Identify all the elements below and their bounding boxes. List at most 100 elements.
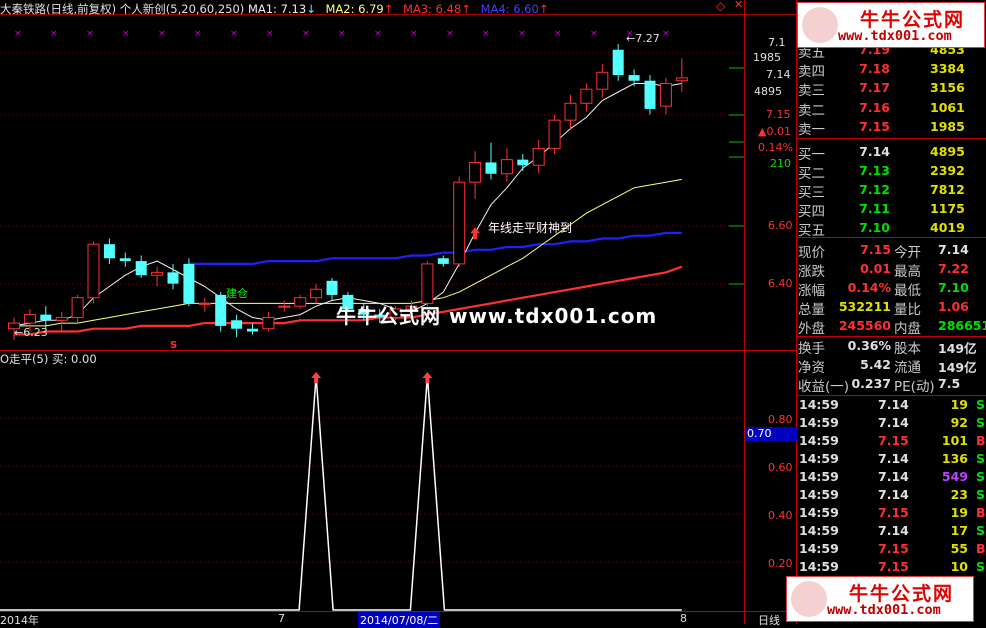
candle-body xyxy=(103,244,115,259)
tick-volume: 101 xyxy=(941,433,968,448)
tick-volume: 17 xyxy=(950,523,968,538)
high-annotation: ←7.27 xyxy=(626,32,660,45)
tick-side: S xyxy=(976,487,986,502)
ma4-arrow: ↑ xyxy=(538,2,549,16)
candle-body xyxy=(612,49,624,76)
tick-time: 14:59 xyxy=(799,487,839,502)
volume-axis-label: 4895 xyxy=(754,85,782,98)
tick-volume: 23 xyxy=(950,487,968,502)
tick-price: 7.14 xyxy=(878,415,909,430)
top-marker: × xyxy=(302,29,310,39)
quote-label: 净资 xyxy=(798,359,825,376)
candle-body xyxy=(437,258,449,264)
quote-label: 今开 xyxy=(894,245,921,261)
candle-body xyxy=(485,162,497,174)
quote-value: 286651 xyxy=(938,318,986,334)
top-marker: × xyxy=(446,29,454,39)
tick-price: 7.14 xyxy=(878,469,909,484)
quote-value: 149亿 xyxy=(938,359,977,375)
tick-side: S xyxy=(976,523,986,538)
quote-label: 最高 xyxy=(894,264,921,281)
top-marker: × xyxy=(194,29,202,39)
tick-time: 14:59 xyxy=(799,505,839,520)
indicator-axis-label: 0.20 xyxy=(768,557,793,570)
bid-label: 买四 xyxy=(798,204,825,220)
stock-title: 大秦铁路(日线,前复权) xyxy=(0,2,117,16)
candle-body xyxy=(310,288,323,299)
tick-row[interactable]: 14:59 7.14 19 S xyxy=(798,397,986,415)
candle-body xyxy=(135,261,147,276)
ask-volume: 1985 xyxy=(930,118,965,134)
tick-time: 14:59 xyxy=(799,541,839,556)
quote-label: 外盘 xyxy=(798,321,825,338)
tick-row[interactable]: 14:59 7.14 549 S xyxy=(798,469,986,487)
quote-value: 0.14% xyxy=(847,280,891,296)
top-marker: × xyxy=(86,29,94,39)
tick-row[interactable]: 14:59 7.15 101 B xyxy=(798,433,986,451)
tick-volume: 92 xyxy=(950,415,968,430)
tick-row[interactable]: 14:59 7.15 19 B xyxy=(798,505,986,523)
candle-body xyxy=(71,297,84,318)
quote-value: 0.36% xyxy=(847,337,891,353)
top-marker: × xyxy=(374,29,382,39)
tick-price: 7.14 xyxy=(878,451,909,466)
tick-volume: 136 xyxy=(941,451,968,466)
candle-body xyxy=(532,147,545,166)
ma4-value: MA4: 6.60 xyxy=(480,2,539,16)
quote-label: 流通 xyxy=(894,359,921,376)
price-axis-label: 6.60 xyxy=(768,219,793,232)
site-logo-bottom[interactable]: 牛牛公式网 www.tdx001.com xyxy=(786,576,974,622)
bid-volume: 4019 xyxy=(930,220,965,235)
quote-label: 总量 xyxy=(798,302,825,319)
tick-row[interactable]: 14:59 7.14 92 S xyxy=(798,415,986,433)
x-axis-selected-date[interactable]: 2014/07/08/二 xyxy=(358,612,441,628)
tick-row[interactable]: 14:59 7.14 17 S xyxy=(798,523,986,541)
tick-price: 7.15 xyxy=(878,433,909,448)
tick-row[interactable]: 14:59 7.14 136 S xyxy=(798,451,986,469)
s-mark: S xyxy=(170,340,178,351)
tick-price: 7.14 xyxy=(878,397,909,412)
candle-body xyxy=(453,181,466,265)
ask-label: 卖一 xyxy=(798,121,825,138)
formula-name: 个人新创(5,20,60,250) xyxy=(119,2,245,16)
bid-label: 买二 xyxy=(798,166,825,182)
volume-small-label: 210 xyxy=(770,157,791,170)
quote-label: 量比 xyxy=(894,302,921,319)
bid-price: 7.13 xyxy=(859,163,890,178)
quote-value: 0.01 xyxy=(860,261,891,277)
tick-price: 7.15 xyxy=(878,559,909,574)
quote-label: 涨跌 xyxy=(798,264,825,281)
top-marker: × xyxy=(410,29,418,39)
ma2-value: MA2: 6.79 xyxy=(325,2,384,16)
tick-side: S xyxy=(976,415,986,430)
bid-label: 买一 xyxy=(798,147,825,163)
tick-volume: 55 xyxy=(950,541,968,556)
quote-value: 1.06 xyxy=(938,299,969,315)
tick-time: 14:59 xyxy=(799,469,839,484)
quote-value: 5.42 xyxy=(860,356,891,372)
top-marker: × xyxy=(230,29,238,39)
top-marker: × xyxy=(158,29,166,39)
top-marker: × xyxy=(122,29,130,39)
candle-body xyxy=(580,88,593,104)
site-logo-top[interactable]: 牛牛公式网 www.tdx001.com xyxy=(797,2,985,48)
tick-row[interactable]: 14:59 7.14 23 S xyxy=(798,487,986,505)
candle-body xyxy=(231,320,243,329)
ask-price: 7.17 xyxy=(859,80,890,96)
ask-volume: 1061 xyxy=(930,99,965,115)
period-label[interactable]: 日线 xyxy=(758,612,780,628)
candle-body xyxy=(596,71,609,90)
close-icon[interactable]: ✕ xyxy=(734,0,743,11)
ma2-arrow: ↑ xyxy=(383,2,394,16)
quote-value: 149亿 xyxy=(938,340,977,356)
nav-diamond-icon[interactable]: ◇ xyxy=(716,0,725,13)
tick-row[interactable]: 14:59 7.15 55 B xyxy=(798,541,986,559)
candle-body xyxy=(469,161,482,183)
indicator-current-value: 0.70 xyxy=(745,427,797,441)
event-annotation: 年线走平财神到 xyxy=(488,221,573,235)
tick-time: 14:59 xyxy=(799,559,839,574)
quote-label: 换手 xyxy=(798,340,825,357)
tick-volume: 19 xyxy=(950,397,968,412)
tick-row[interactable]: 14:59 7.15 10 S xyxy=(798,559,986,577)
ask-label: 卖二 xyxy=(798,102,825,119)
